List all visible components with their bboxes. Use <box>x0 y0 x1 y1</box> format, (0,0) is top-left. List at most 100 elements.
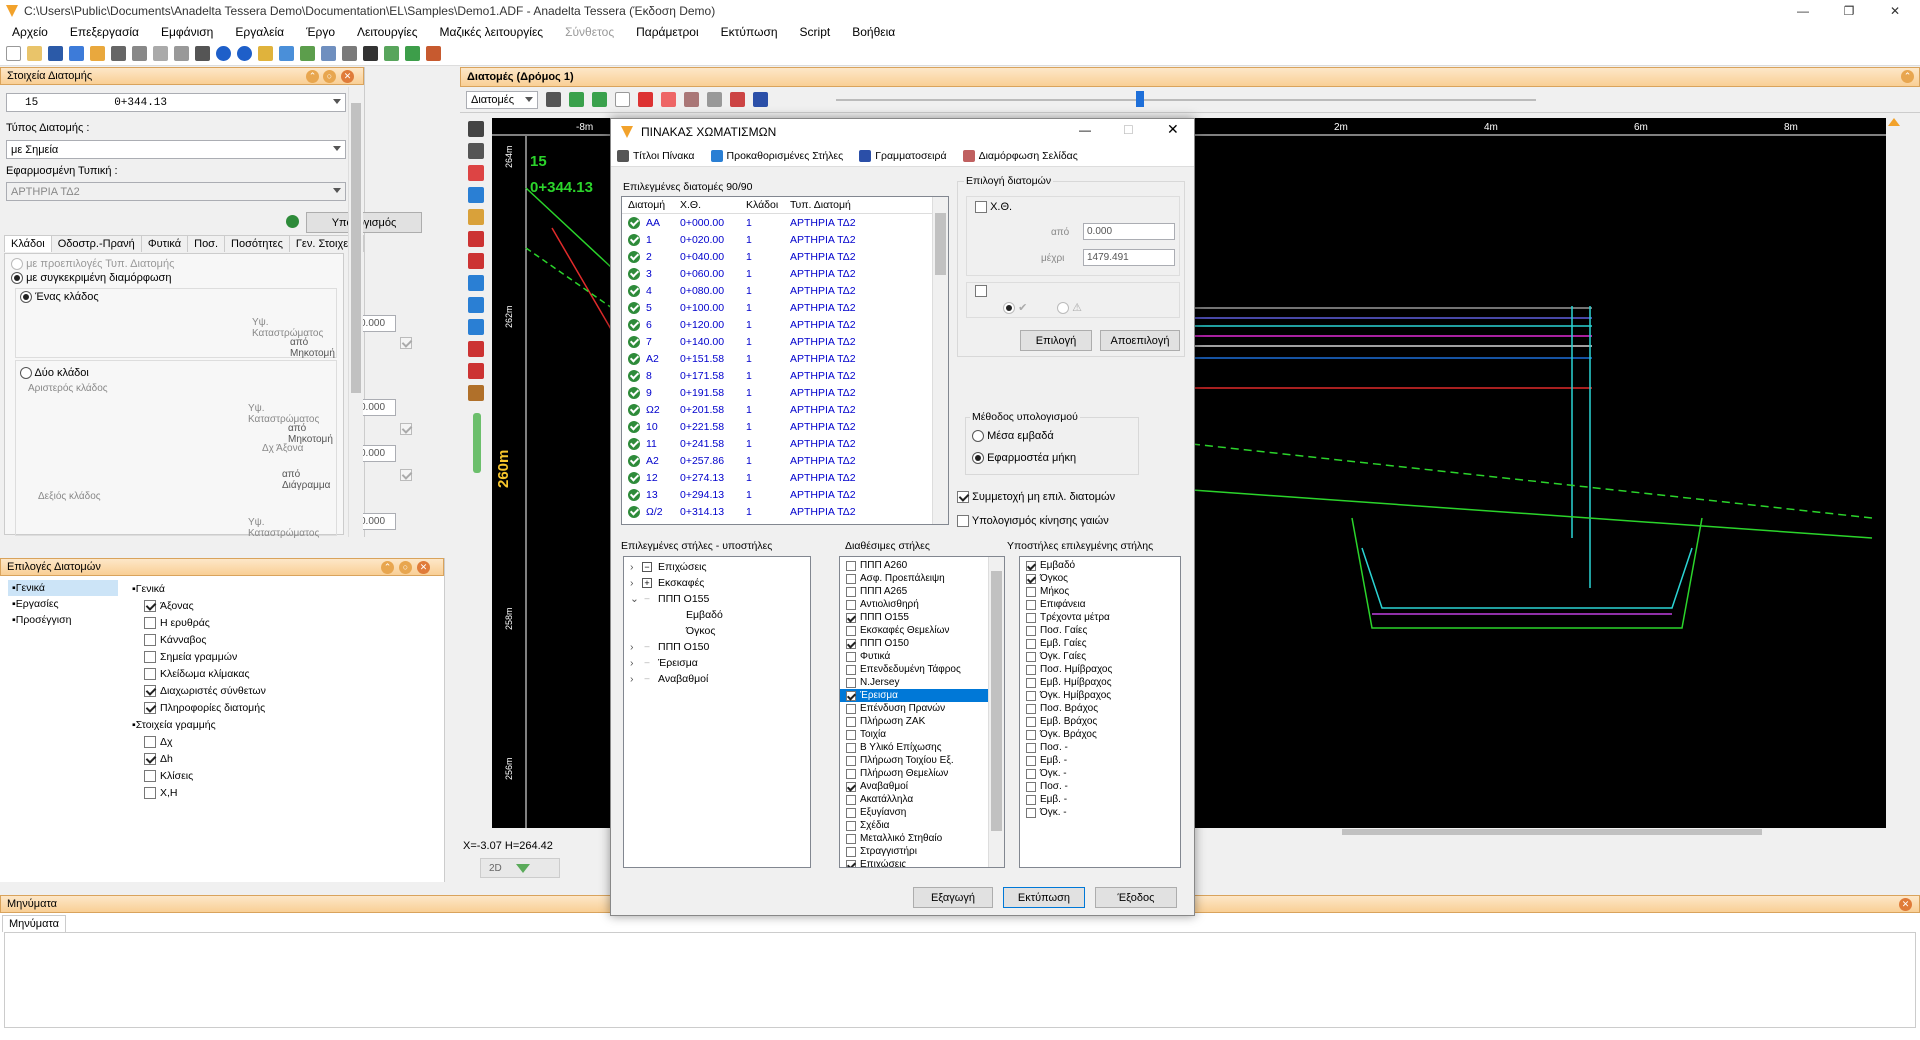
window-icon[interactable] <box>342 46 357 61</box>
list-item[interactable]: Εμβ. - <box>1020 754 1180 767</box>
info-icon[interactable] <box>753 92 768 107</box>
options-category[interactable]: ▪ Προσέγγιση <box>8 612 118 628</box>
list-item[interactable]: Εμβαδό <box>1020 559 1180 572</box>
selected-columns-tree[interactable]: › − Επιχώσεις › + Εκσκαφές ⌄ – ΠΠΠ Ο155 Εμβαδό Όγκ… <box>623 556 811 868</box>
save-icon[interactable] <box>48 46 63 61</box>
print-preview-icon[interactable] <box>321 46 336 61</box>
options-item[interactable]: Σημεία γραμμών <box>132 648 432 665</box>
list-item[interactable]: Έρεισμα <box>840 689 1004 702</box>
sections-list[interactable]: Διατομή Χ.Θ. Κλάδοι Τυπ. Διατομή AA 0+000… <box>621 196 949 525</box>
selected-check-icon[interactable] <box>628 505 640 518</box>
new-section-icon[interactable] <box>615 92 630 107</box>
messages-tab[interactable]: Μηνύματα <box>2 915 67 932</box>
subcolumn-checkbox[interactable] <box>1026 716 1036 727</box>
subcolumn-checkbox[interactable] <box>1026 807 1036 818</box>
method-len-radio[interactable] <box>972 452 984 465</box>
table-row[interactable]: 13 0+294.13 1 ΑΡΤΗΡΙΑ ΤΔ2 <box>622 486 948 503</box>
column-checkbox[interactable] <box>846 586 856 597</box>
one-branch-radio[interactable] <box>20 291 32 304</box>
section-props-icon[interactable] <box>707 92 722 107</box>
first-section-icon[interactable] <box>569 92 584 107</box>
copy-section-icon[interactable] <box>661 92 676 107</box>
list-item[interactable]: Ποσ. Βράχος <box>1020 702 1180 715</box>
menu-item[interactable]: Εργαλεία <box>235 25 284 39</box>
tree-node[interactable]: › − Επιχώσεις <box>624 559 810 575</box>
selected-check-icon[interactable] <box>628 471 640 484</box>
table-row[interactable]: 10 0+221.58 1 ΑΡΤΗΡΙΑ ΤΔ2 <box>622 418 948 435</box>
condition-radio-ok[interactable] <box>1003 302 1015 315</box>
barrier-tool-icon[interactable] <box>468 297 484 313</box>
tool-strip-handle[interactable] <box>473 413 481 473</box>
section-selector[interactable]: 15 0+344.13 <box>6 93 346 112</box>
binoculars-icon[interactable] <box>546 92 561 107</box>
list-item[interactable]: Αντιολισθηρή <box>840 598 1004 611</box>
left-panel-scrollbar[interactable] <box>348 87 363 537</box>
polyline-tool-icon[interactable] <box>468 143 484 159</box>
chevron-right-icon[interactable]: › <box>630 577 642 589</box>
left-from-profile-checkbox[interactable] <box>400 423 412 436</box>
list-item[interactable]: Σχέδια <box>840 819 1004 832</box>
column-checkbox[interactable] <box>846 833 856 844</box>
list-item[interactable]: Εκσκαφές Θεμελίων <box>840 624 1004 637</box>
list-item[interactable]: Μεταλλικό Στηθαίο <box>840 832 1004 845</box>
save-as-icon[interactable] <box>69 46 84 61</box>
list-item[interactable]: Επένδυση Πρανών <box>840 702 1004 715</box>
table-row[interactable]: Ω2 0+201.58 1 ΑΡΤΗΡΙΑ ΤΔ2 <box>622 401 948 418</box>
list-item[interactable]: Εμβ. Ημίβραχος <box>1020 676 1180 689</box>
column-checkbox[interactable] <box>846 560 856 571</box>
section-slider[interactable] <box>836 90 1536 107</box>
delete-section-icon[interactable] <box>638 92 653 107</box>
select-button[interactable]: Επιλογή <box>1020 330 1092 351</box>
minimize-button[interactable]: — <box>1780 0 1826 22</box>
menu-item[interactable]: Εμφάνιση <box>161 25 213 39</box>
options-item[interactable]: Δχ <box>132 733 432 750</box>
canvas-vscrollbar[interactable] <box>1886 118 1902 836</box>
column-checkbox[interactable] <box>846 846 856 857</box>
options-category[interactable]: ▪ Εργασίες <box>8 596 118 612</box>
fence-tool-icon[interactable] <box>468 319 484 335</box>
from-diagram-checkbox[interactable] <box>400 469 412 482</box>
record-icon[interactable] <box>730 92 745 107</box>
dialog-maximize-button[interactable]: ☐ <box>1123 123 1134 137</box>
subcolumn-checkbox[interactable] <box>1026 612 1036 623</box>
column-checkbox[interactable] <box>846 664 856 675</box>
options-item[interactable]: Δh <box>132 750 432 767</box>
column-checkbox[interactable] <box>846 729 856 740</box>
layout-icon[interactable] <box>363 46 378 61</box>
from-profile-checkbox[interactable] <box>400 337 412 350</box>
list-item[interactable]: Επιφάνεια <box>1020 598 1180 611</box>
option-checkbox[interactable] <box>144 769 156 782</box>
option-checkbox[interactable] <box>144 667 156 680</box>
zoom-icon[interactable] <box>279 46 294 61</box>
list-item[interactable]: Τοιχία <box>840 728 1004 741</box>
subcolumn-checkbox[interactable] <box>1026 690 1036 701</box>
list-item[interactable]: Ασφ. Προεπάλειψη <box>840 572 1004 585</box>
tab-item[interactable]: Ποσότητες <box>224 235 290 252</box>
close-panel-icon[interactable]: ✕ <box>1899 898 1912 911</box>
earth-move-checkbox[interactable] <box>957 515 969 528</box>
list-item[interactable]: Εμβ. Γαίες <box>1020 637 1180 650</box>
dialog-close-button[interactable]: ✕ <box>1167 121 1179 138</box>
table-row[interactable]: 11 0+241.58 1 ΑΡΤΗΡΙΑ ΤΔ2 <box>622 435 948 452</box>
scrollbar-thumb[interactable] <box>351 103 361 393</box>
method-avg-radio[interactable] <box>972 430 984 443</box>
column-checkbox[interactable] <box>846 807 856 818</box>
chevron-down-icon[interactable]: ⌄ <box>630 593 642 605</box>
list-item[interactable]: Αναβαθμοί <box>840 780 1004 793</box>
selected-check-icon[interactable] <box>628 233 640 246</box>
view-2d-toggle[interactable]: 2D <box>480 858 560 878</box>
open-folder-icon[interactable] <box>27 46 42 61</box>
redo-icon[interactable] <box>111 46 126 61</box>
option-checkbox[interactable] <box>144 599 156 612</box>
list-item[interactable]: Όγκ. - <box>1020 806 1180 819</box>
column-checkbox[interactable] <box>846 599 856 610</box>
table-row[interactable]: Α2 0+257.86 1 ΑΡΤΗΡΙΑ ΤΔ2 <box>622 452 948 469</box>
to-input[interactable]: 1479.491 <box>1083 249 1175 266</box>
list-item[interactable]: Ακατάλληλα <box>840 793 1004 806</box>
selected-check-icon[interactable] <box>628 216 640 229</box>
export-icon[interactable] <box>405 46 420 61</box>
column-checkbox[interactable] <box>846 690 856 701</box>
export-button[interactable]: Εξαγωγή <box>913 887 993 908</box>
two-branch-radio[interactable] <box>20 367 32 380</box>
option-checkbox[interactable] <box>144 701 156 714</box>
